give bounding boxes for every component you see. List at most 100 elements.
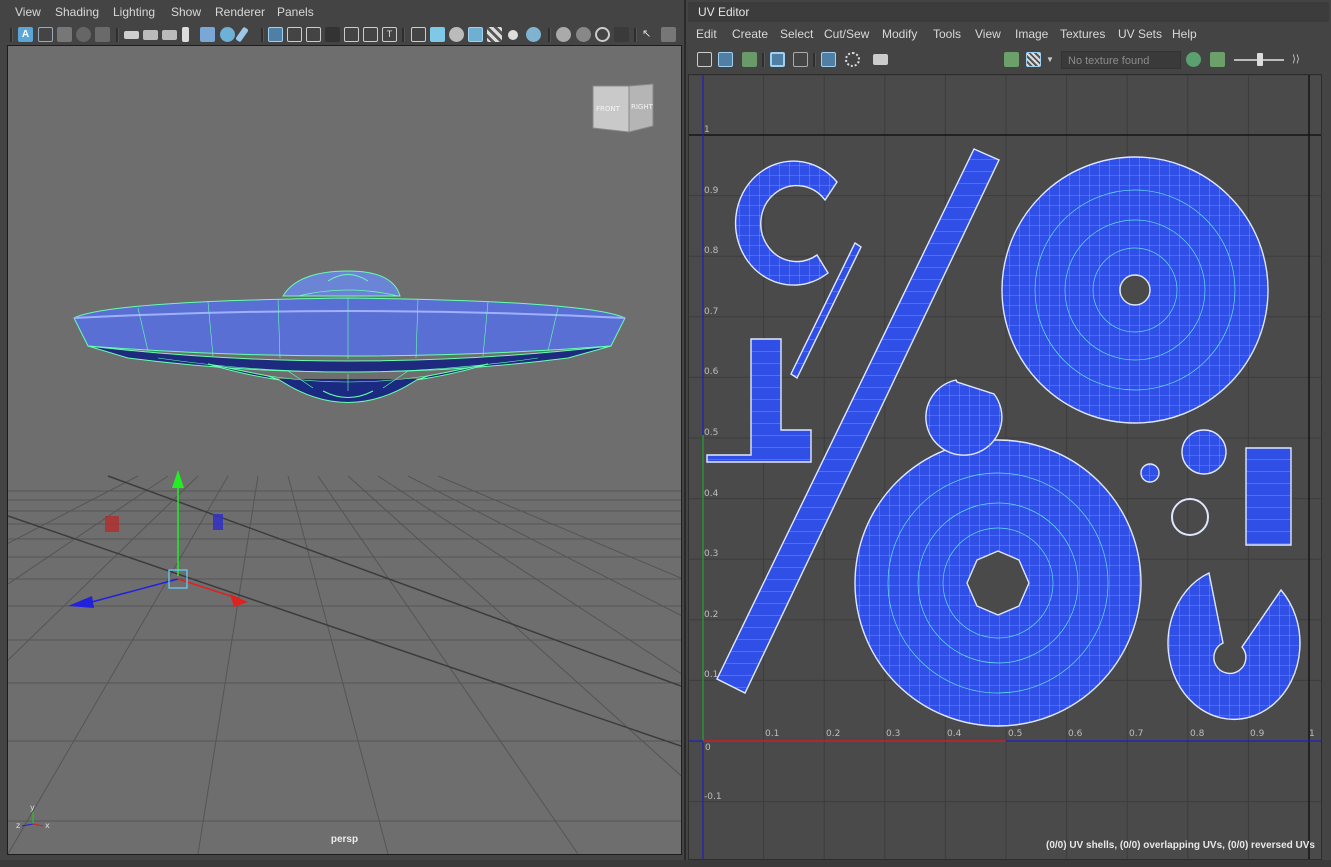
uv-pixel-snap-icon[interactable] [821,52,836,67]
uv-snapshot-icon[interactable] [873,54,888,65]
texture-field[interactable]: No texture found [1061,51,1181,69]
toolbar-expand-icon[interactable]: ⟩⟩ [1292,52,1302,67]
bottom-strip [0,860,1331,867]
uv-shell-ring-large[interactable] [854,439,1142,727]
uv-menu-cutsew[interactable]: Cut/Sew [824,27,869,41]
uv-shell-disk-tiny[interactable] [1140,463,1160,483]
uv-shell-c-shape[interactable] [734,160,838,286]
uv-shell-pac-small[interactable] [925,379,1003,456]
pencil-icon[interactable] [235,26,249,43]
uv-grid-icon[interactable] [697,52,712,67]
camera-bookmark-icon[interactable] [76,27,91,42]
uv-menu-help[interactable]: Help [1172,27,1197,41]
uv-menu-uvsets[interactable]: UV Sets [1118,27,1162,41]
uv-editor-tab[interactable]: UV Editor [688,2,1329,22]
axis-label-y: y [30,803,35,812]
uv-menu-edit[interactable]: Edit [696,27,717,41]
uv-shell-disk-large[interactable] [1001,156,1269,424]
u-tick: 1 [1309,729,1315,739]
v-tick: 0.2 [704,610,719,620]
uv-shell-disk-small[interactable] [1181,429,1227,475]
viewport-3d[interactable]: y x z FRONT RIGHT persp [7,45,682,855]
menu-shading[interactable]: Shading [55,5,99,19]
uv-canvas[interactable]: 0 0.1 0.2 0.3 0.4 0.5 0.6 0.7 0.8 0.9 1 … [688,74,1322,860]
uv-checker-icon[interactable] [1026,52,1041,67]
uv-distortion-icon[interactable] [742,52,757,67]
scene-canvas[interactable]: y x z [8,46,681,854]
exposure-slider-knob[interactable] [1257,53,1263,66]
uv-shell-icon[interactable] [845,52,860,67]
camera-icon[interactable] [124,31,139,39]
u-tick: 0.6 [1068,729,1083,739]
uv-border-icon[interactable] [770,52,785,67]
image-plane-icon[interactable] [95,27,110,42]
xray-icon[interactable] [661,27,676,42]
chevron-down-icon[interactable]: ▼ [1046,52,1056,67]
toolbar-separator [813,53,816,67]
uv-menu-image[interactable]: Image [1015,27,1048,41]
uv-shell-t-shape[interactable] [706,338,812,463]
depth-of-field-icon[interactable] [614,27,629,42]
viewport-toolbar: A T ↖ [0,23,684,47]
textured-icon[interactable] [487,27,502,42]
wireframe-icon[interactable] [411,27,426,42]
uv-menu-view[interactable]: View [975,27,1001,41]
select-camera-icon[interactable]: A [18,27,33,42]
grease-pencil-icon[interactable] [200,27,215,42]
uv-shell-cylinder-strip[interactable] [1245,447,1292,546]
toolbar-separator [116,28,119,42]
isolate-select-icon[interactable]: ↖ [642,27,657,42]
grid-icon[interactable] [268,27,283,42]
uv-gamma-icon[interactable] [1210,52,1225,67]
uv-menu-tools[interactable]: Tools [933,27,961,41]
camera-tools-icon[interactable] [57,27,72,42]
floor-grid [8,475,681,854]
bookmark-icon[interactable] [182,27,189,42]
ambient-occlusion-icon[interactable] [556,27,571,42]
lights-icon[interactable] [508,30,518,40]
resolution-gate-icon[interactable] [306,27,321,42]
u-tick: 0.8 [1190,729,1205,739]
gate-mask-icon[interactable] [325,27,340,42]
toolbar-separator [762,53,765,67]
menu-show[interactable]: Show [171,5,201,19]
uv-shell-ring-outline[interactable] [1171,498,1209,536]
lock-camera-icon[interactable] [143,30,158,40]
v-tick: -0.1 [704,792,722,802]
anti-aliasing-icon[interactable] [595,27,610,42]
menu-renderer[interactable]: Renderer [215,5,265,19]
pan-zoom-icon[interactable] [220,27,235,42]
uv-shell-pac-large[interactable] [1167,571,1301,721]
camera-attributes-icon[interactable] [38,27,53,42]
uv-image-display-icon[interactable] [1004,52,1019,67]
film-gate-icon[interactable] [287,27,302,42]
v-tick: 0.1 [704,670,719,680]
v-tick: 0.9 [704,186,719,196]
menu-lighting[interactable]: Lighting [113,5,155,19]
uv-menu-create[interactable]: Create [732,27,768,41]
grid-axis-line [8,515,681,747]
camera-mask-icon[interactable] [162,30,177,40]
default-material-icon[interactable] [449,27,464,42]
motion-blur-icon[interactable] [576,27,591,42]
toolbar-separator [402,28,405,42]
safe-action-icon[interactable] [363,27,378,42]
axis-label-x: x [45,821,50,830]
menu-panels[interactable]: Panels [277,5,314,19]
uv-menu-modify[interactable]: Modify [882,27,917,41]
uv-texture-borders-icon[interactable] [793,52,808,67]
uv-shaded-icon[interactable] [718,52,733,67]
field-chart-icon[interactable] [344,27,359,42]
u-tick: 0.5 [1008,729,1023,739]
ufo-mesh[interactable] [73,270,626,403]
wireframe-on-shaded-icon[interactable] [468,27,483,42]
u-tick: 0.4 [947,729,962,739]
v-tick: 0.7 [704,307,719,317]
shadows-icon[interactable] [526,27,541,42]
smooth-shade-icon[interactable] [430,27,445,42]
uv-menu-select[interactable]: Select [780,27,813,41]
uv-exposure-icon[interactable] [1186,52,1201,67]
uv-menu-textures[interactable]: Textures [1060,27,1105,41]
menu-view[interactable]: View [15,5,41,19]
safe-title-icon[interactable]: T [382,27,397,42]
